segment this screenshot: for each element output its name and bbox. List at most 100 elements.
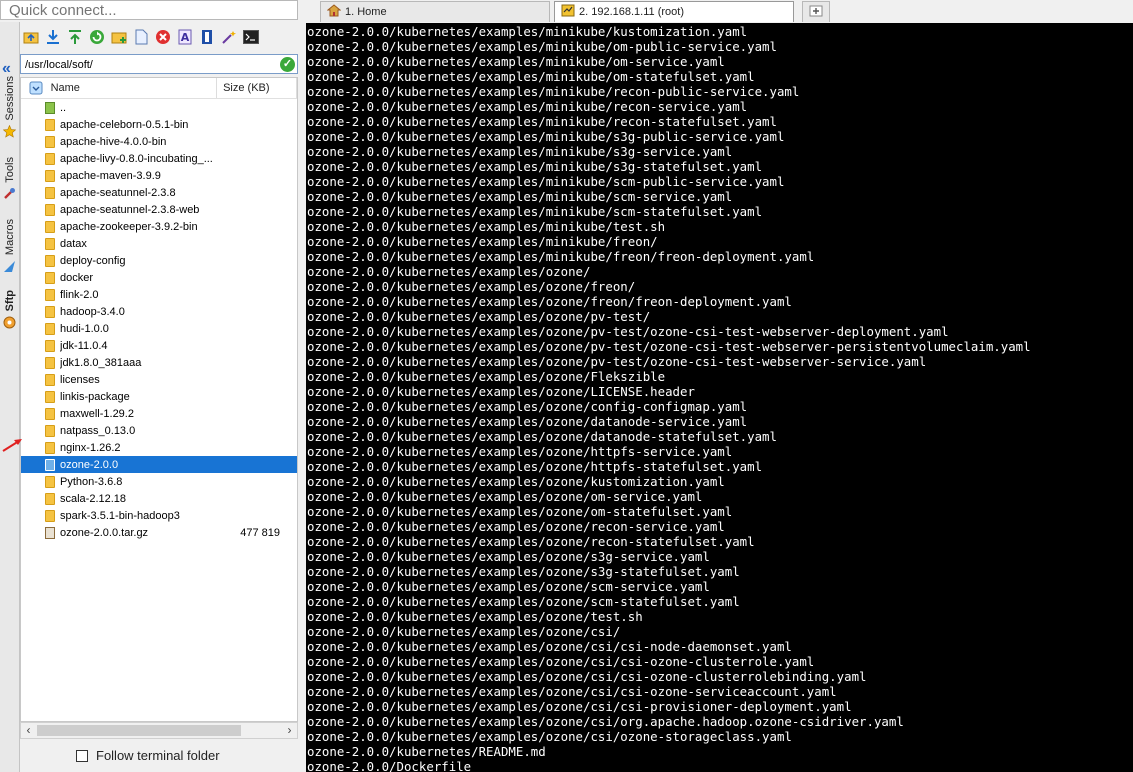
- file-row[interactable]: scala-2.12.18: [21, 490, 297, 507]
- file-row[interactable]: apache-celeborn-0.5.1-bin: [21, 116, 297, 133]
- checkmark-icon: ✓: [282, 58, 293, 70]
- file-name: linkis-package: [60, 390, 130, 403]
- file-name: hadoop-3.4.0: [60, 305, 125, 318]
- upload-icon[interactable]: [66, 28, 84, 46]
- side-tab-macros[interactable]: Macros: [0, 219, 19, 273]
- file-row[interactable]: apache-seatunnel-2.3.8-web: [21, 201, 297, 218]
- file-row[interactable]: deploy-config: [21, 252, 297, 269]
- file-list-header: Name Size (KB): [21, 78, 297, 99]
- header-file-type-icon[interactable]: [21, 81, 51, 95]
- file-row[interactable]: linkis-package: [21, 388, 297, 405]
- terminal-icon[interactable]: [242, 28, 260, 46]
- terminal-line: ozone-2.0.0/kubernetes/examples/minikube…: [307, 114, 777, 129]
- file-row[interactable]: apache-maven-3.9.9: [21, 167, 297, 184]
- file-name: licenses: [60, 373, 100, 386]
- terminal-line: ozone-2.0.0/kubernetes/examples/ozone/pv…: [307, 309, 651, 324]
- file-list[interactable]: Name Size (KB) .. apache-celeborn-0.5.1-b…: [20, 77, 298, 722]
- file-row[interactable]: hudi-1.0.0: [21, 320, 297, 337]
- file-properties-icon[interactable]: [198, 28, 216, 46]
- file-name: apache-celeborn-0.5.1-bin: [60, 118, 189, 131]
- follow-terminal-folder-checkbox[interactable]: [76, 749, 88, 762]
- tab-ssh-session[interactable]: 2. 192.168.1.11 (root): [554, 1, 794, 22]
- scroll-right-arrow-icon[interactable]: ›: [282, 723, 297, 738]
- folder-icon: [45, 475, 55, 488]
- side-tab-tools[interactable]: Tools: [0, 157, 19, 201]
- terminal-line: ozone-2.0.0/kubernetes/examples/ozone/co…: [307, 399, 748, 414]
- ssh-icon: [561, 4, 575, 20]
- tools-icon: [3, 187, 17, 201]
- scroll-left-arrow-icon[interactable]: ‹: [21, 723, 36, 738]
- scrollbar-thumb[interactable]: [37, 725, 241, 736]
- folder-icon: [45, 441, 55, 454]
- file-row[interactable]: apache-livy-0.8.0-incubating_...: [21, 150, 297, 167]
- file-row[interactable]: hadoop-3.4.0: [21, 303, 297, 320]
- folder-icon: [45, 186, 55, 199]
- download-icon[interactable]: [44, 28, 62, 46]
- file-name: spark-3.5.1-bin-hadoop3: [60, 509, 180, 522]
- file-row[interactable]: spark-3.5.1-bin-hadoop3: [21, 507, 297, 524]
- file-row[interactable]: ozone-2.0.0.tar.gz 477 819: [21, 524, 297, 541]
- parent-directory-icon: [45, 101, 55, 114]
- file-row[interactable]: jdk-11.0.4: [21, 337, 297, 354]
- file-row[interactable]: licenses: [21, 371, 297, 388]
- file-row[interactable]: apache-seatunnel-2.3.8: [21, 184, 297, 201]
- tab-bar: 1. Home 2. 192.168.1.11 (root): [300, 0, 1133, 24]
- magic-wand-icon[interactable]: [220, 28, 238, 46]
- folder-icon: [45, 271, 55, 284]
- file-row[interactable]: natpass_0.13.0: [21, 422, 297, 439]
- file-row[interactable]: apache-hive-4.0.0-bin: [21, 133, 297, 150]
- follow-terminal-folder-label: Follow terminal folder: [96, 748, 220, 763]
- terminal-output[interactable]: ozone-2.0.0/kubernetes/examples/minikube…: [306, 23, 1133, 772]
- new-tab-button[interactable]: [802, 1, 830, 22]
- column-header-name[interactable]: Name: [51, 78, 218, 98]
- file-name: natpass_0.13.0: [60, 424, 136, 437]
- terminal-line: ozone-2.0.0/kubernetes/examples/ozone/cs…: [307, 654, 815, 669]
- file-row[interactable]: ozone-2.0.0: [21, 456, 297, 473]
- terminal-line: ozone-2.0.0/kubernetes/examples/minikube…: [307, 189, 733, 204]
- folder-icon: [45, 373, 55, 386]
- side-tab-sftp[interactable]: Sftp: [0, 290, 19, 329]
- tab-ssh-label: 2. 192.168.1.11 (root): [579, 6, 684, 18]
- rename-icon[interactable]: A: [176, 28, 194, 46]
- delete-icon[interactable]: [154, 28, 172, 46]
- terminal-line: ozone-2.0.0/kubernetes/examples/ozone/da…: [307, 429, 777, 444]
- side-tab-sessions[interactable]: Sessions: [0, 76, 19, 139]
- folder-icon: [45, 322, 55, 335]
- home-icon: [326, 4, 342, 20]
- terminal-line: ozone-2.0.0/kubernetes/examples/ozone/LI…: [307, 384, 695, 399]
- terminal-line: ozone-2.0.0/kubernetes/examples/ozone/cs…: [307, 639, 792, 654]
- horizontal-scrollbar[interactable]: ‹ ›: [20, 722, 298, 739]
- file-name: nginx-1.26.2: [60, 441, 121, 454]
- parent-folder-icon[interactable]: [22, 28, 40, 46]
- file-row[interactable]: ..: [21, 99, 297, 116]
- new-folder-icon[interactable]: [110, 28, 128, 46]
- terminal-line: ozone-2.0.0/kubernetes/examples/ozone/te…: [307, 609, 643, 624]
- new-file-icon[interactable]: [132, 28, 150, 46]
- file-row[interactable]: datax: [21, 235, 297, 252]
- file-row[interactable]: jdk1.8.0_381aaa: [21, 354, 297, 371]
- tab-home[interactable]: 1. Home: [320, 1, 550, 22]
- sftp-icon: [3, 315, 17, 329]
- file-row[interactable]: nginx-1.26.2: [21, 439, 297, 456]
- terminal-line: ozone-2.0.0/kubernetes/examples/ozone/da…: [307, 414, 748, 429]
- path-confirm-button[interactable]: ✓: [280, 57, 295, 72]
- file-name: apache-seatunnel-2.3.8: [60, 186, 176, 199]
- refresh-icon[interactable]: [88, 28, 106, 46]
- terminal-line: ozone-2.0.0/kubernetes/examples/ozone/: [307, 264, 591, 279]
- file-row[interactable]: Python-3.6.8: [21, 473, 297, 490]
- path-input[interactable]: [23, 56, 277, 74]
- terminal-line: ozone-2.0.0/kubernetes/README.md: [307, 744, 546, 759]
- file-row[interactable]: maxwell-1.29.2: [21, 405, 297, 422]
- terminal-line: ozone-2.0.0/kubernetes/examples/ozone/s3…: [307, 564, 740, 579]
- file-name: apache-livy-0.8.0-incubating_...: [60, 152, 213, 165]
- svg-text:A: A: [181, 31, 190, 44]
- column-header-size[interactable]: Size (KB): [217, 78, 297, 98]
- file-row[interactable]: docker: [21, 269, 297, 286]
- file-row[interactable]: flink-2.0: [21, 286, 297, 303]
- terminal-line: ozone-2.0.0/kubernetes/examples/ozone/Fl…: [307, 369, 666, 384]
- terminal-line: ozone-2.0.0/kubernetes/examples/ozone/pv…: [307, 324, 949, 339]
- file-row[interactable]: apache-zookeeper-3.9.2-bin: [21, 218, 297, 235]
- follow-terminal-folder-option[interactable]: Follow terminal folder: [76, 748, 220, 763]
- quick-connect-input[interactable]: [0, 0, 298, 20]
- file-name: apache-seatunnel-2.3.8-web: [60, 203, 200, 216]
